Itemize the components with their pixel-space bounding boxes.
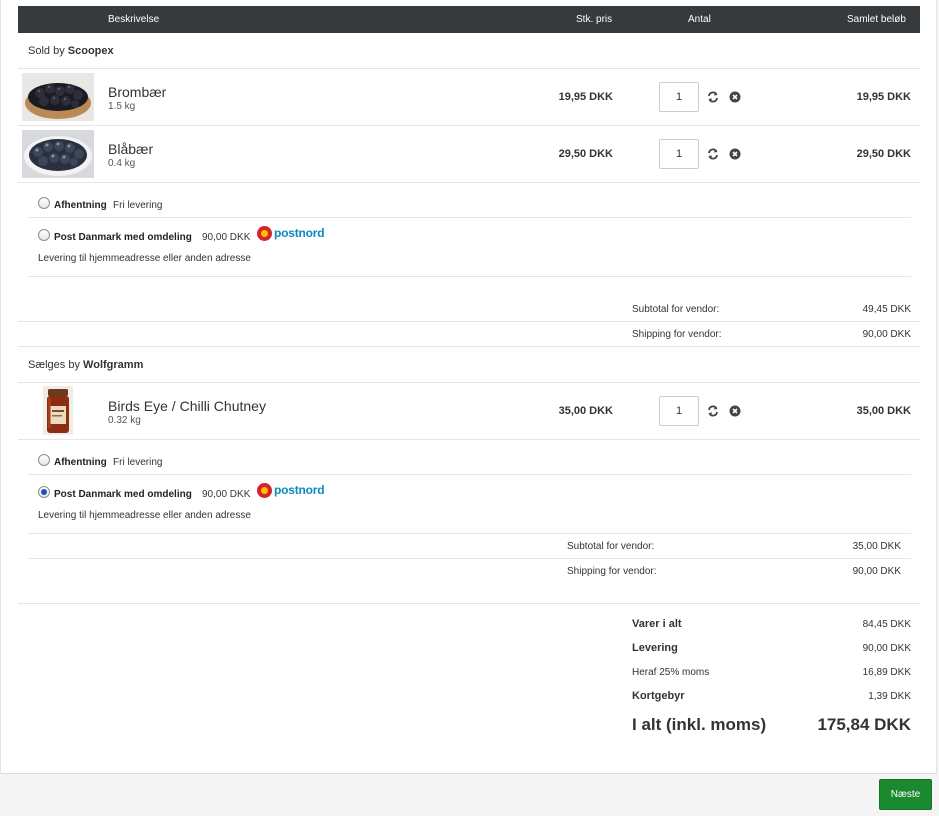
- divider: [18, 382, 920, 383]
- items-total-value: 84,45 DKK: [862, 619, 911, 630]
- card-fee-label: Kortgebyr: [632, 690, 685, 702]
- vendor-heading: Sælges by Wolfgramm: [28, 359, 144, 371]
- divider: [18, 125, 920, 126]
- header-description: Beskrivelse: [108, 14, 160, 25]
- divider: [18, 182, 920, 183]
- shipping-option-value: 90,00 DKK: [202, 489, 251, 500]
- refresh-icon[interactable]: [707, 90, 719, 103]
- vendor-shipping-label: Shipping for vendor:: [567, 566, 657, 577]
- product-unit-price: 19,95 DKK: [558, 91, 613, 103]
- vendor-subtotal-value: 49,45 DKK: [862, 304, 911, 315]
- product-total: 29,50 DKK: [856, 148, 911, 160]
- quantity-input[interactable]: 1: [659, 82, 699, 112]
- quantity-input[interactable]: 1: [659, 396, 699, 426]
- product-weight: 0.32 kg: [108, 415, 141, 426]
- product-image-blackberries: [22, 73, 94, 121]
- vat-value: 16,89 DKK: [862, 667, 911, 678]
- vendor-subtotal-label: Subtotal for vendor:: [567, 541, 655, 552]
- refresh-icon[interactable]: [707, 147, 719, 160]
- divider: [18, 346, 920, 347]
- divider: [28, 558, 911, 559]
- vendor-name: Scoopex: [67, 45, 114, 57]
- postnord-logo: postnord: [257, 482, 325, 498]
- remove-icon[interactable]: [729, 90, 741, 103]
- items-total-label: Varer i alt: [632, 618, 682, 630]
- divider: [18, 68, 920, 69]
- postnord-icon: [257, 225, 272, 241]
- divider: [28, 474, 911, 475]
- product-total: 35,00 DKK: [856, 405, 911, 417]
- delivery-total-value: 90,00 DKK: [862, 643, 911, 654]
- vendor-name: Wolfgramm: [83, 359, 144, 371]
- vat-label: Heraf 25% moms: [632, 667, 710, 678]
- product-image-chutney-jar: [43, 386, 73, 435]
- product-name[interactable]: Brombær: [108, 84, 166, 100]
- vendor-heading: Sold by Scoopex: [28, 45, 114, 57]
- product-weight: 0.4 kg: [108, 158, 136, 169]
- vendor-subtotal-value: 35,00 DKK: [852, 541, 901, 552]
- header-quantity: Antal: [688, 14, 711, 25]
- product-unit-price: 29,50 DKK: [558, 148, 613, 160]
- shipping-option-value: 90,00 DKK: [202, 232, 251, 243]
- card-fee-value: 1,39 DKK: [868, 691, 911, 702]
- cart-panel: Beskrivelse Stk. pris Antal Samlet beløb…: [0, 0, 937, 774]
- header-unit-price: Stk. pris: [576, 14, 613, 25]
- remove-icon[interactable]: [729, 404, 741, 417]
- grand-total-label: I alt (inkl. moms): [632, 715, 767, 734]
- next-button[interactable]: Næste: [879, 779, 932, 810]
- product-total: 19,95 DKK: [856, 91, 911, 103]
- header-total: Samlet beløb: [847, 14, 906, 25]
- product-weight: 1.5 kg: [108, 101, 136, 112]
- shipping-note: Levering til hjemmeadresse eller anden a…: [38, 510, 251, 521]
- divider: [18, 321, 920, 322]
- shipping-radio-post-danmark[interactable]: [38, 229, 50, 241]
- grand-total-value: 175,84 DKK: [817, 715, 911, 734]
- postnord-icon: [257, 482, 272, 498]
- product-image-blueberries: [22, 130, 94, 178]
- shipping-option-label: Post Danmark med omdeling: [54, 489, 192, 500]
- shipping-option-value: Fri levering: [113, 457, 163, 468]
- vendor-shipping-value: 90,00 DKK: [862, 329, 911, 340]
- product-unit-price: 35,00 DKK: [558, 405, 613, 417]
- shipping-radio-pickup[interactable]: [38, 454, 50, 466]
- quantity-input[interactable]: 1: [659, 139, 699, 169]
- shipping-option-label: Afhentning: [54, 457, 107, 468]
- shipping-note: Levering til hjemmeadresse eller anden a…: [38, 253, 251, 264]
- remove-icon[interactable]: [729, 147, 741, 160]
- divider: [18, 603, 920, 604]
- shipping-radio-post-danmark[interactable]: [38, 486, 50, 498]
- divider: [28, 276, 911, 277]
- vendor-subtotal-label: Subtotal for vendor:: [632, 304, 720, 315]
- shipping-option-value: Fri levering: [113, 200, 163, 211]
- vendor-shipping-label: Shipping for vendor:: [632, 329, 722, 340]
- refresh-icon[interactable]: [707, 404, 719, 417]
- shipping-option-label: Afhentning: [54, 200, 107, 211]
- divider: [28, 533, 911, 534]
- divider: [18, 439, 920, 440]
- vendor-shipping-value: 90,00 DKK: [852, 566, 901, 577]
- product-name[interactable]: Blåbær: [108, 141, 153, 157]
- product-name[interactable]: Birds Eye / Chilli Chutney: [108, 398, 266, 414]
- divider: [28, 217, 911, 218]
- delivery-total-label: Levering: [632, 642, 678, 654]
- shipping-radio-pickup[interactable]: [38, 197, 50, 209]
- cart-table-header: Beskrivelse Stk. pris Antal Samlet beløb: [18, 6, 920, 33]
- postnord-logo: postnord: [257, 225, 325, 241]
- shipping-option-label: Post Danmark med omdeling: [54, 232, 192, 243]
